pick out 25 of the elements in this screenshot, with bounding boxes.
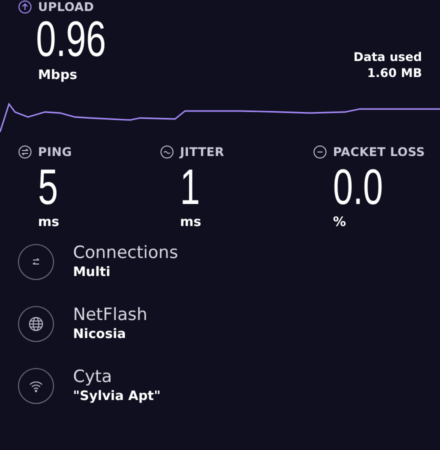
- stat-label: PACKET LOSS: [333, 145, 426, 159]
- stat-unit: ms: [38, 215, 60, 230]
- upload-speed: 0.96: [36, 14, 106, 64]
- stat-label: PING: [38, 145, 72, 159]
- wave-icon: [160, 145, 174, 159]
- upload-label: UPLOAD: [38, 0, 94, 14]
- detail-subtitle: Nicosia: [73, 326, 127, 344]
- globe-icon: [28, 316, 44, 332]
- stat-unit: ms: [180, 215, 202, 230]
- stat-value: 1: [180, 161, 200, 213]
- data-used-value: 1.60 MB: [367, 65, 422, 81]
- ping-icon: [18, 145, 32, 159]
- data-used-label: Data used: [354, 49, 422, 65]
- stat-label: JITTER: [180, 145, 224, 159]
- stat-value: 0.0: [333, 161, 384, 213]
- minus-circle-icon: [313, 145, 327, 159]
- stat-unit: %: [333, 215, 346, 230]
- detail-subtitle: "Sylvia Apt": [73, 388, 161, 406]
- upload-icon: [18, 0, 32, 14]
- detail-subtitle: Multi: [73, 264, 112, 282]
- detail-title: Cyta: [73, 366, 114, 388]
- speed-unit: Mbps: [38, 68, 78, 83]
- stat-value: 5: [38, 161, 58, 213]
- detail-title: NetFlash: [73, 304, 148, 326]
- detail-title: Connections: [73, 242, 178, 264]
